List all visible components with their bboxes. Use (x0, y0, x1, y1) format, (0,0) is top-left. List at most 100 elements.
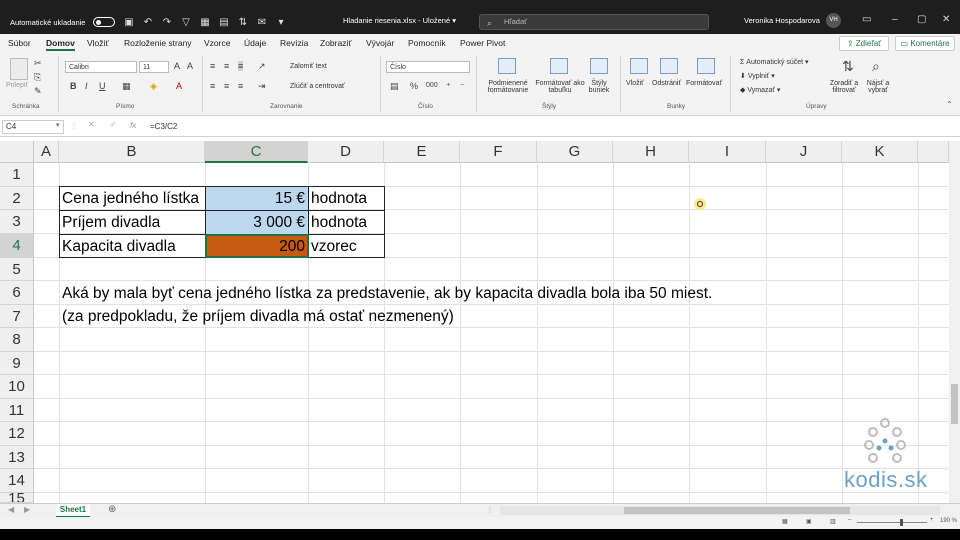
sort-icon[interactable]: ⇅ (237, 17, 248, 28)
sheet-tab-sheet1[interactable]: Sheet1 (56, 504, 90, 518)
tab-formulas[interactable]: Vzorce (204, 38, 230, 48)
prev-sheet-icon[interactable]: ◀ (8, 505, 14, 514)
row-header-5[interactable]: 5 (0, 258, 34, 281)
row-header-13[interactable]: 13 (0, 446, 34, 469)
avatar[interactable]: VH (826, 13, 841, 28)
tab-page-layout[interactable]: Rozloženie strany (124, 38, 192, 48)
comma-icon[interactable]: 000 (426, 82, 438, 89)
fill-button[interactable]: ⬇ Vyplniť ▾ (740, 72, 775, 80)
cell-b7[interactable]: (za predpokladu, že príjem divadla má os… (59, 305, 457, 328)
align-center-icon[interactable]: ≡ (224, 81, 229, 91)
find-select-icon[interactable]: ⌕ (872, 58, 880, 75)
orientation-icon[interactable]: ↗ (258, 61, 266, 72)
number-format-select[interactable]: Číslo (386, 61, 470, 73)
font-color-icon[interactable]: A (176, 81, 182, 91)
col-header-a[interactable]: A (34, 141, 59, 163)
horizontal-scrollbar-thumb[interactable] (624, 507, 850, 514)
conditional-formatting-icon[interactable] (498, 58, 516, 74)
chart-icon[interactable]: ▦ (199, 17, 210, 28)
col-header-c[interactable]: C (205, 141, 308, 163)
row-header-7[interactable]: 7 (0, 305, 34, 328)
tab-data[interactable]: Údaje (244, 38, 266, 48)
user-name[interactable]: Veronika Hospodarova (744, 16, 820, 25)
normal-view-icon[interactable]: ▦ (782, 518, 788, 525)
col-header-k[interactable]: K (842, 141, 918, 163)
copy-icon[interactable]: ⎘ (34, 72, 41, 83)
format-cells-button[interactable]: Formátovať (686, 80, 722, 87)
border-icon[interactable]: ▦ (122, 81, 131, 92)
row-header-4[interactable]: 4 (0, 234, 34, 258)
tab-view[interactable]: Zobraziť (320, 38, 352, 48)
tab-home[interactable]: Domov (46, 38, 75, 51)
tab-review[interactable]: Revízia (280, 38, 308, 48)
cell-styles-button[interactable]: Štýly buniek (584, 80, 614, 94)
row-header-1[interactable]: 1 (0, 163, 34, 187)
accounting-icon[interactable]: ▤ (390, 81, 399, 92)
collapse-ribbon-icon[interactable]: ⌃ (946, 100, 953, 109)
align-top-icon[interactable]: ≡ (210, 61, 215, 71)
cell-d3[interactable]: hodnota (308, 211, 384, 234)
undo-icon[interactable]: ↶ (142, 17, 153, 28)
save-icon[interactable]: ▣ (123, 17, 134, 28)
cell-c2[interactable]: 15 € (205, 187, 308, 210)
zoom-slider-handle[interactable] (900, 519, 903, 526)
cell-d4[interactable]: vzorec (308, 235, 384, 258)
next-sheet-icon[interactable]: ▶ (24, 505, 30, 514)
insert-cells-icon[interactable] (630, 58, 648, 74)
font-name-select[interactable]: Calibri (65, 61, 137, 73)
align-middle-icon[interactable]: ≡ (224, 61, 229, 71)
enter-icon[interactable]: ✓ (110, 120, 117, 129)
col-header-h[interactable]: H (613, 141, 689, 163)
zoom-out-icon[interactable]: – (848, 517, 851, 523)
wrap-text-button[interactable]: Zalomiť text (290, 63, 327, 70)
zoom-level[interactable]: 190 % (940, 518, 957, 524)
maximize-icon[interactable]: ▢ (917, 14, 926, 25)
cell-styles-icon[interactable] (590, 58, 608, 74)
row-header-14[interactable]: 14 (0, 469, 34, 493)
col-header-d[interactable]: D (308, 141, 384, 163)
filter-icon[interactable]: ▽ (180, 17, 191, 28)
cell-b6[interactable]: Aká by mala byť cena jedného lístka za p… (59, 282, 715, 305)
format-cells-icon[interactable] (697, 58, 715, 74)
row-header-11[interactable]: 11 (0, 399, 34, 422)
underline-icon[interactable]: U (99, 81, 106, 91)
minimize-icon[interactable]: – (892, 14, 898, 25)
row-header-6[interactable]: 6 (0, 281, 34, 305)
redo-icon[interactable]: ↷ (161, 17, 172, 28)
clear-button[interactable]: ◆ Vymazať ▾ (740, 86, 780, 94)
cell-b2[interactable]: Cena jedného lístka (59, 187, 205, 210)
align-left-icon[interactable]: ≡ (210, 81, 215, 91)
search-box[interactable]: ⌕ Hľadať (479, 14, 709, 30)
bold-icon[interactable]: B (70, 81, 77, 91)
row-header-2[interactable]: 2 (0, 187, 34, 210)
insert-cells-button[interactable]: Vložiť (626, 80, 644, 87)
formula-input[interactable]: =C3/C2 (150, 120, 177, 134)
align-bottom-icon[interactable]: ≡ (238, 61, 244, 71)
insert-function-icon[interactable]: fx (130, 121, 136, 130)
align-right-icon[interactable]: ≡ (238, 81, 243, 91)
format-as-table-icon[interactable] (550, 58, 568, 74)
row-header-9[interactable]: 9 (0, 352, 34, 375)
autosave-toggle[interactable] (93, 17, 116, 27)
scrollbar-thumb[interactable] (951, 384, 958, 424)
vertical-scrollbar[interactable] (949, 141, 960, 503)
col-header-g[interactable]: G (537, 141, 613, 163)
close-icon[interactable]: ✕ (942, 14, 950, 25)
tab-file[interactable]: Súbor (8, 38, 31, 48)
font-size-select[interactable]: 11 (139, 61, 169, 73)
email-icon[interactable]: ✉ (256, 17, 267, 28)
row-header-8[interactable]: 8 (0, 328, 34, 352)
add-sheet-icon[interactable]: ⊕ (108, 504, 116, 515)
format-as-table-button[interactable]: Formátovať ako tabuľku (534, 80, 586, 94)
cell-c4[interactable]: 200 (205, 235, 308, 258)
col-header-b[interactable]: B (59, 141, 205, 163)
row-header-3[interactable]: 3 (0, 210, 34, 234)
page-layout-view-icon[interactable]: ▣ (806, 518, 812, 525)
shrink-font-icon[interactable]: A (187, 61, 193, 71)
indent-icon[interactable]: ⇥ (258, 81, 266, 92)
page-break-view-icon[interactable]: ▥ (830, 518, 836, 525)
split-handle-icon[interactable]: ⋮ (486, 505, 494, 514)
delete-cells-button[interactable]: Odstrániť (652, 80, 681, 87)
cell-c3[interactable]: 3 000 € (205, 211, 308, 234)
col-header-f[interactable]: F (460, 141, 537, 163)
